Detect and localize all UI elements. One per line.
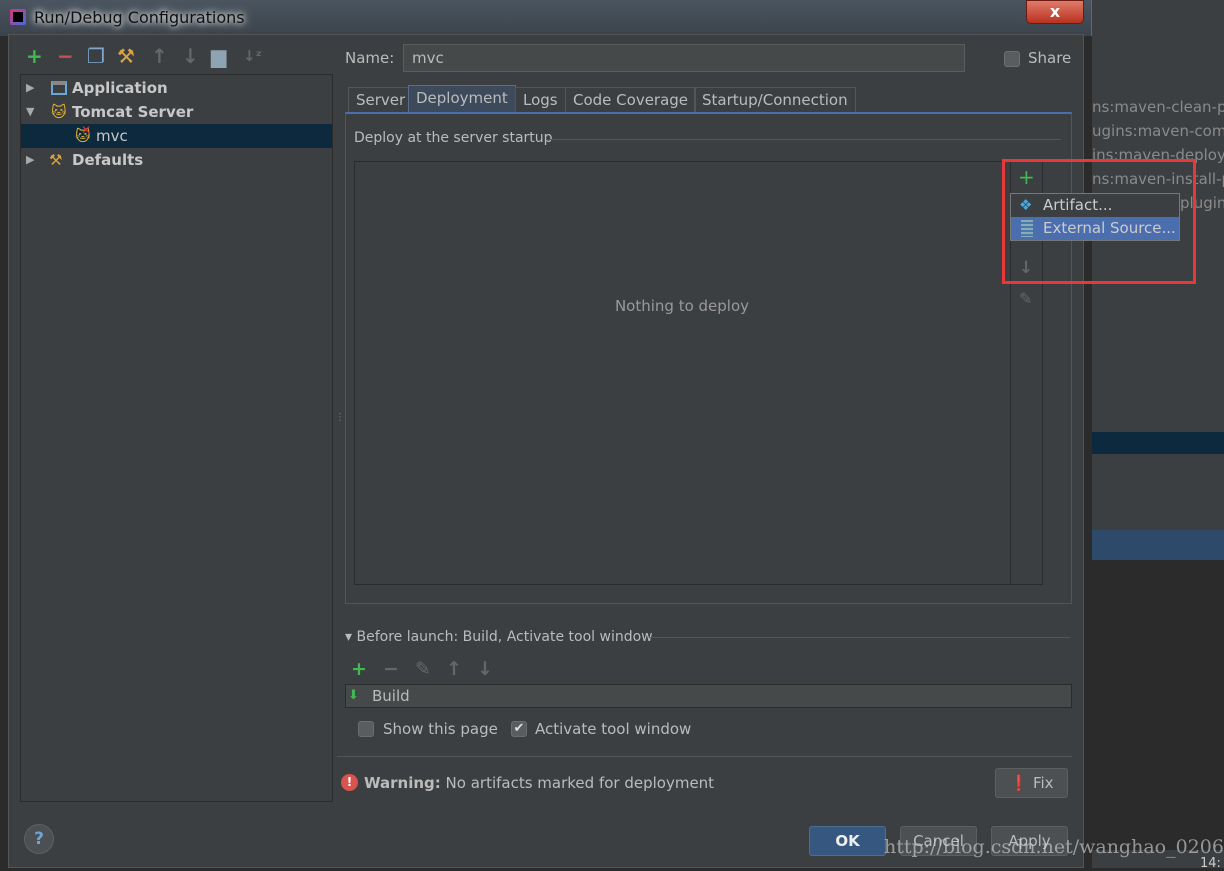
application-icon: [51, 81, 67, 95]
remove-icon[interactable]: −: [57, 46, 74, 66]
remove-icon[interactable]: −: [383, 658, 399, 680]
watermark: http://blog.csdn.net/wanghao_0206: [884, 836, 1224, 858]
name-input[interactable]: [403, 44, 965, 72]
folder-icon[interactable]: ▆: [211, 46, 226, 66]
show-page-checkbox[interactable]: [358, 721, 374, 737]
build-icon: ⬇: [348, 688, 359, 703]
divider: [337, 756, 1072, 757]
window-title: Run/Debug Configurations: [34, 8, 245, 27]
tree-item-mvc[interactable]: 🐱 ✕ mvc: [21, 123, 332, 148]
add-icon[interactable]: +: [26, 46, 43, 66]
warning-icon: !: [341, 774, 358, 791]
expand-arrow-icon[interactable]: ▶: [26, 76, 34, 100]
tree-label: Application: [72, 79, 168, 97]
deploy-list[interactable]: [354, 161, 1043, 585]
fix-label: Fix: [1032, 774, 1054, 792]
bg-selection: [1092, 530, 1224, 560]
before-launch-item-build[interactable]: ⬇ Build: [345, 684, 1072, 708]
tree-item-tomcat-server[interactable]: ▼ 🐱 Tomcat Server: [21, 100, 332, 124]
splitter-handle[interactable]: ⋮: [335, 413, 345, 423]
before-launch-title: Before launch: Build, Activate tool wind…: [356, 629, 653, 645]
empty-text: Nothing to deploy: [614, 297, 750, 315]
bg-text: ns:maven-clean-plu: [1092, 98, 1224, 116]
ok-button[interactable]: OK: [809, 826, 886, 856]
divider: [546, 139, 1061, 140]
clock: 14:: [1200, 856, 1221, 871]
bg-text: ugins:maven-comp: [1092, 122, 1224, 140]
edit-icon[interactable]: ✎: [415, 658, 431, 680]
bulb-icon: ❗: [1009, 774, 1029, 792]
name-label: Name:: [345, 49, 395, 67]
tab-logs[interactable]: Logs: [515, 87, 566, 113]
config-tree: ▶ Application ▼ 🐱 Tomcat Server 🐱 ✕ mvc ▶…: [20, 74, 333, 802]
activate-tool-window-checkbox[interactable]: ✔: [511, 721, 527, 737]
tab-startup-connection[interactable]: Startup/Connection: [694, 87, 856, 113]
activate-label: Activate tool window: [535, 720, 692, 738]
close-button[interactable]: x: [1026, 0, 1084, 24]
edit-defaults-icon[interactable]: ⚒: [117, 46, 135, 66]
edit-icon[interactable]: ✎: [1019, 289, 1032, 308]
move-up-icon[interactable]: ↑: [151, 46, 168, 66]
move-up-icon[interactable]: ↑: [446, 658, 462, 680]
tree-label: Defaults: [72, 151, 144, 169]
tree-item-application[interactable]: ▶ Application: [21, 76, 332, 100]
move-down-icon[interactable]: ↓: [477, 658, 493, 680]
warning-message: Warning: No artifacts marked for deploym…: [364, 774, 714, 792]
collapse-arrow-icon[interactable]: ▼: [26, 100, 34, 124]
title-bar: Run/Debug Configurations x: [0, 0, 1092, 36]
help-button[interactable]: ?: [24, 824, 54, 854]
warning-text: No artifacts marked for deployment: [445, 774, 715, 792]
share-label: Share: [1028, 49, 1072, 67]
section-title: Deploy at the server startup: [354, 130, 553, 146]
bg-panel: [1092, 560, 1224, 850]
fix-button[interactable]: ❗ Fix: [995, 768, 1068, 798]
tomcat-icon: 🐱: [51, 103, 67, 121]
tomcat-error-icon: 🐱 ✕: [75, 123, 92, 145]
tab-server[interactable]: Server: [348, 87, 414, 113]
copy-icon[interactable]: ❐: [87, 46, 105, 66]
show-page-label: Show this page: [383, 720, 498, 738]
tree-item-defaults[interactable]: ▶ ⚒ Defaults: [21, 148, 332, 172]
wrench-icon: ⚒: [49, 151, 63, 169]
divider: [650, 637, 1070, 638]
add-icon[interactable]: +: [351, 658, 367, 680]
bg-selection: [1092, 432, 1224, 454]
expand-arrow-icon[interactable]: ▶: [26, 148, 34, 172]
tree-label: mvc: [96, 127, 128, 145]
warning-label: Warning:: [364, 774, 441, 792]
sort-icon[interactable]: ↓ᶻ: [243, 46, 262, 66]
before-launch-toggle[interactable]: ▾ Before launch: Build, Activate tool wi…: [345, 629, 653, 645]
item-label: Build: [372, 687, 410, 705]
tab-deployment[interactable]: Deployment: [408, 85, 516, 113]
move-down-icon[interactable]: ↓: [182, 46, 199, 66]
share-checkbox[interactable]: [1004, 51, 1020, 67]
intellij-icon: [10, 9, 26, 25]
tab-code-coverage[interactable]: Code Coverage: [565, 87, 697, 113]
highlight-box: [1002, 159, 1196, 284]
